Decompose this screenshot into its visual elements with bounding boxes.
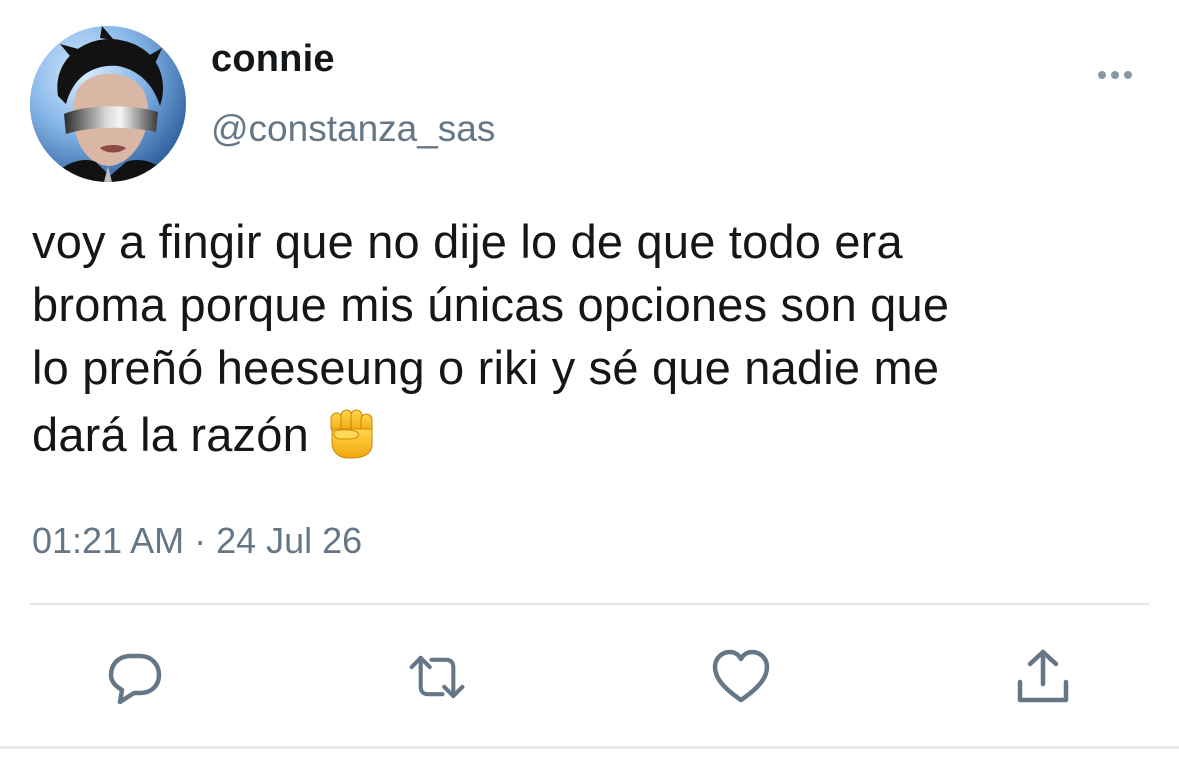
reply-icon[interactable] — [106, 648, 164, 706]
tweet-text: voy a fingir que no dije lo de que todo … — [32, 210, 1152, 466]
divider — [30, 603, 1149, 605]
tweet-text-line: dará la razón — [32, 408, 309, 461]
heart-icon[interactable] — [712, 648, 770, 706]
tweet-text-line: lo preñó heeseung o riki y sé que nadie … — [32, 341, 940, 394]
tweet-timestamp[interactable]: 01:21 AM · 24 Jul 26 — [32, 520, 362, 562]
bottom-divider — [0, 746, 1179, 749]
tweet-card: connie @constanza_sas voy a fingir que n… — [0, 0, 1179, 768]
tweet-text-line: broma porque mis únicas opciones son que — [32, 278, 950, 331]
raised-fist-emoji — [330, 409, 373, 459]
display-name[interactable]: connie — [211, 38, 335, 81]
avatar[interactable] — [30, 26, 186, 182]
tweet-text-line-last: dará la razón — [32, 403, 1152, 466]
share-icon[interactable] — [1014, 648, 1072, 706]
user-handle[interactable]: @constanza_sas — [211, 108, 495, 150]
more-dots-icon[interactable] — [1090, 60, 1140, 90]
tweet-text-line: voy a fingir que no dije lo de que todo … — [32, 215, 903, 268]
avatar-image — [30, 26, 186, 182]
retweet-icon[interactable] — [408, 648, 466, 706]
